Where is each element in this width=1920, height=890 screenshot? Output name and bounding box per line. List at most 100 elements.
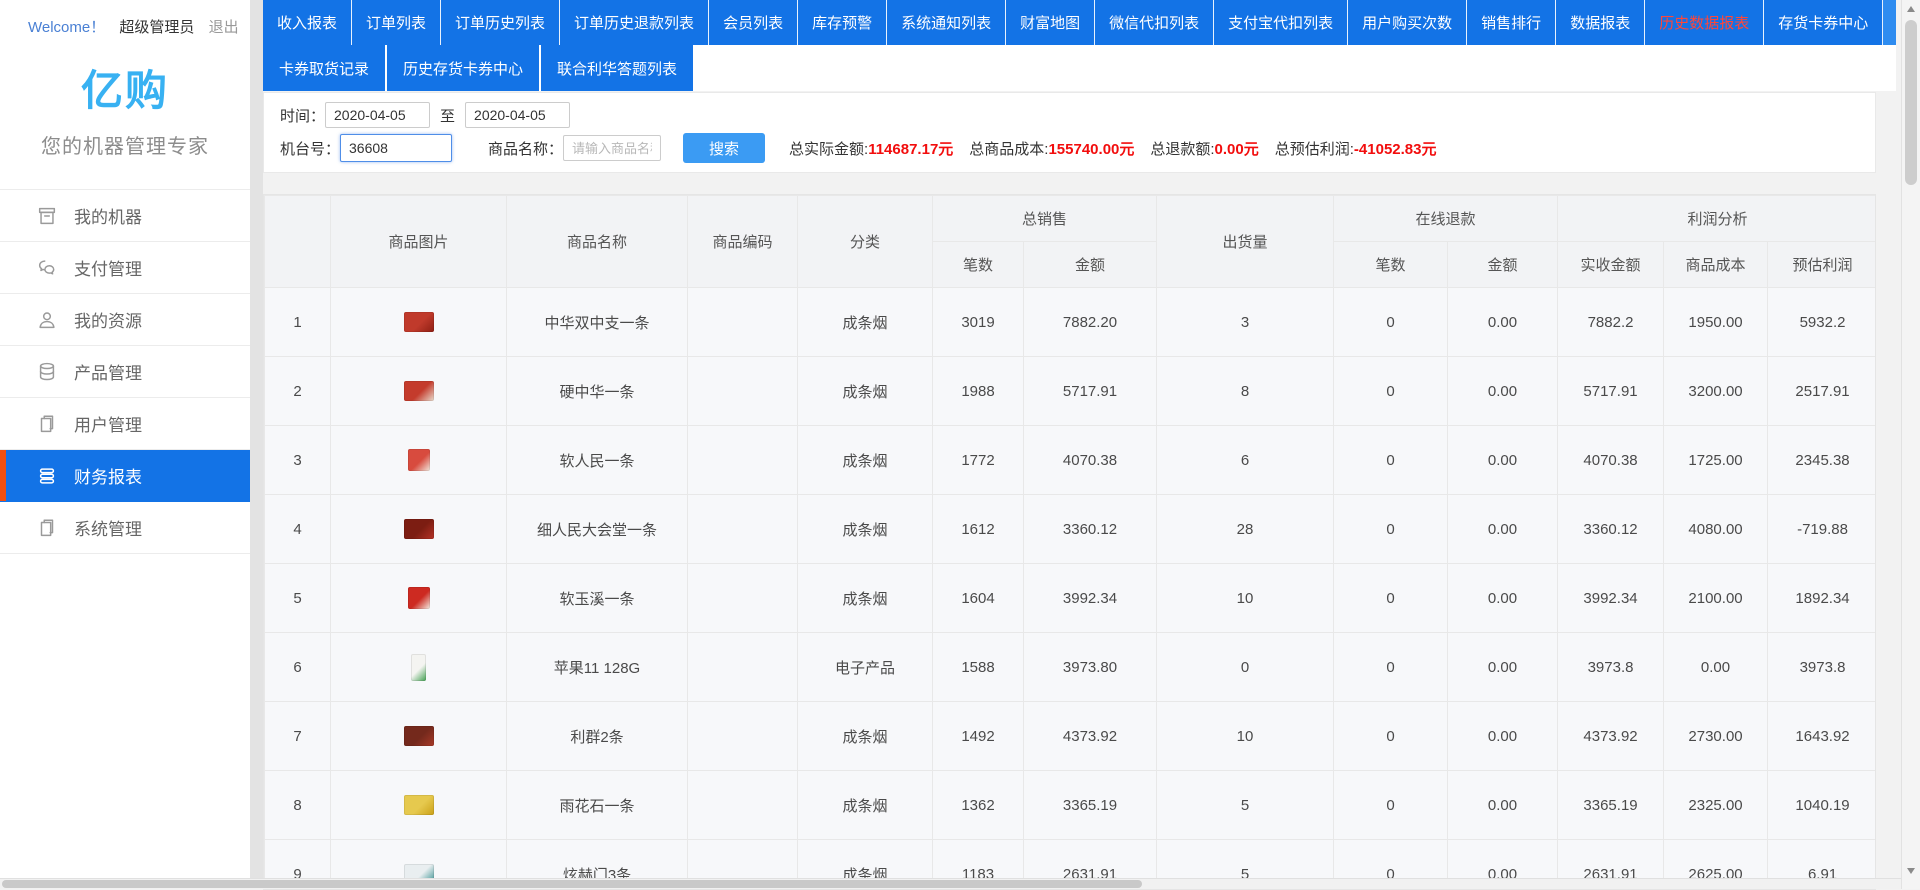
nav-tab-7[interactable]: 系统通知列表 (887, 0, 1006, 45)
cell-category: 成条烟 (798, 357, 933, 426)
machine-no-input[interactable] (340, 134, 452, 162)
col-shipment: 出货量 (1157, 196, 1334, 288)
sidebar-item-system[interactable]: 系统管理 (0, 502, 250, 554)
cell-refund-amount: 0.00 (1448, 495, 1558, 564)
cell-index: 2 (265, 357, 331, 426)
cell-code (688, 564, 798, 633)
summary-stat: 总退款额:0.00元 (1150, 138, 1258, 159)
nav-tab-15[interactable]: 存货卡券中心 (1764, 0, 1883, 45)
product-photo[interactable] (404, 519, 434, 539)
scroll-up-button[interactable] (1902, 0, 1920, 17)
cell-sales-amount: 4070.38 (1024, 426, 1157, 495)
cell-photo (331, 633, 507, 702)
product-photo[interactable] (408, 587, 430, 609)
cell-category: 成条烟 (798, 771, 933, 840)
nav-tab-6[interactable]: 库存预警 (798, 0, 887, 45)
cell-received: 4373.92 (1558, 702, 1664, 771)
col-cost: 商品成本 (1664, 242, 1768, 288)
col-category: 分类 (798, 196, 933, 288)
cell-received: 3973.8 (1558, 633, 1664, 702)
col-index (265, 196, 331, 288)
stat-value: 114687.17元 (868, 141, 953, 158)
username: 超级管理员 (119, 19, 194, 36)
cell-refund-amount: 0.00 (1448, 288, 1558, 357)
cell-sales-count: 1988 (933, 357, 1024, 426)
cell-shipment: 8 (1157, 357, 1334, 426)
product-photo[interactable] (411, 654, 426, 681)
cell-received: 5717.91 (1558, 357, 1664, 426)
cell-sales-count: 1772 (933, 426, 1024, 495)
sidebar-content-divider (250, 0, 263, 889)
product-photo[interactable] (404, 381, 434, 401)
nav-tab-1[interactable]: 收入报表 (263, 0, 352, 45)
sidebar-item-finance[interactable]: 财务报表 (0, 450, 250, 502)
cell-sales-amount: 3992.34 (1024, 564, 1157, 633)
v-scroll-thumb[interactable] (1905, 20, 1917, 185)
nav-subtab-1[interactable]: 卡券取货记录 (263, 45, 387, 91)
cell-profit: 1040.19 (1768, 771, 1876, 840)
nav-tab-8[interactable]: 财富地图 (1006, 0, 1095, 45)
cell-photo (331, 702, 507, 771)
product-photo[interactable] (404, 312, 434, 332)
cell-sales-amount: 3360.12 (1024, 495, 1157, 564)
cell-refund-amount: 0.00 (1448, 771, 1558, 840)
cell-name: 中华双中支一条 (507, 288, 688, 357)
nav-tab-13[interactable]: 数据报表 (1556, 0, 1645, 45)
h-scroll-thumb[interactable] (2, 880, 1142, 888)
col-refund-amount: 金额 (1448, 242, 1558, 288)
product-name-input[interactable] (563, 135, 661, 161)
nav-tab-5[interactable]: 会员列表 (709, 0, 798, 45)
time-label: 时间： (280, 105, 325, 126)
cell-shipment: 10 (1157, 564, 1334, 633)
sidebar-item-products[interactable]: 产品管理 (0, 346, 250, 398)
summary-stat: 总商品成本:155740.00元 (969, 138, 1134, 159)
sidebar-item-label: 用户管理 (74, 411, 142, 436)
table-header-row-groups: 商品图片 商品名称 商品编码 分类 总销售 出货量 在线退款 利润分析 (265, 196, 1877, 242)
date-from-input[interactable] (325, 102, 430, 128)
scroll-down-button[interactable] (1902, 862, 1920, 879)
cell-sales-count: 1588 (933, 633, 1024, 702)
scroll-up-icon (1907, 6, 1915, 12)
cell-code (688, 288, 798, 357)
sidebar-item-users[interactable]: 用户管理 (0, 398, 250, 450)
nav-tab-2[interactable]: 订单列表 (352, 0, 441, 45)
sidebar-item-label: 我的机器 (74, 203, 142, 228)
nav-tab-11[interactable]: 用户购买次数 (1348, 0, 1467, 45)
nav-tab-3[interactable]: 订单历史列表 (441, 0, 560, 45)
nav-tab-10[interactable]: 支付宝代扣列表 (1214, 0, 1348, 45)
nav-tab-14[interactable]: 历史数据报表 (1645, 0, 1764, 45)
cell-profit: 3973.8 (1768, 633, 1876, 702)
nav-tab-4[interactable]: 订单历史退款列表 (560, 0, 709, 45)
cell-photo (331, 495, 507, 564)
col-sales-amount: 金额 (1024, 242, 1157, 288)
sidebar-item-machines[interactable]: 我的机器 (0, 190, 250, 242)
cell-profit: 5932.2 (1768, 288, 1876, 357)
cell-code (688, 633, 798, 702)
cell-code (688, 702, 798, 771)
nav-tab-9[interactable]: 微信代扣列表 (1095, 0, 1214, 45)
cell-index: 6 (265, 633, 331, 702)
product-photo[interactable] (408, 449, 430, 471)
date-to-input[interactable] (465, 102, 570, 128)
stat-label: 总预估利润: (1275, 141, 1354, 158)
table-row-4: 4细人民大会堂一条成条烟16123360.122800.003360.12408… (265, 495, 1877, 564)
cell-photo (331, 771, 507, 840)
date-filter-row: 时间： 至 (280, 101, 1875, 129)
cell-index: 5 (265, 564, 331, 633)
sidebar-item-payments[interactable]: 支付管理 (0, 242, 250, 294)
nav-tab-12[interactable]: 销售排行 (1467, 0, 1556, 45)
stat-label: 总实际金额: (789, 141, 868, 158)
cell-refund-count: 0 (1334, 702, 1448, 771)
logout-link[interactable]: 退出 (209, 19, 239, 36)
cell-sales-count: 1612 (933, 495, 1024, 564)
report-table-card: 商品图片 商品名称 商品编码 分类 总销售 出货量 在线退款 利润分析 笔数 金… (263, 194, 1876, 890)
nav-subtab-2[interactable]: 历史存货卡券中心 (387, 45, 541, 91)
product-photo[interactable] (404, 726, 434, 746)
sidebar-item-resources[interactable]: 我的资源 (0, 294, 250, 346)
product-photo[interactable] (404, 795, 434, 815)
search-button[interactable]: 搜索 (683, 133, 765, 163)
nav-subtab-3[interactable]: 联合利华答题列表 (541, 45, 695, 91)
cell-category: 成条烟 (798, 288, 933, 357)
cell-code (688, 357, 798, 426)
cell-cost: 2325.00 (1664, 771, 1768, 840)
